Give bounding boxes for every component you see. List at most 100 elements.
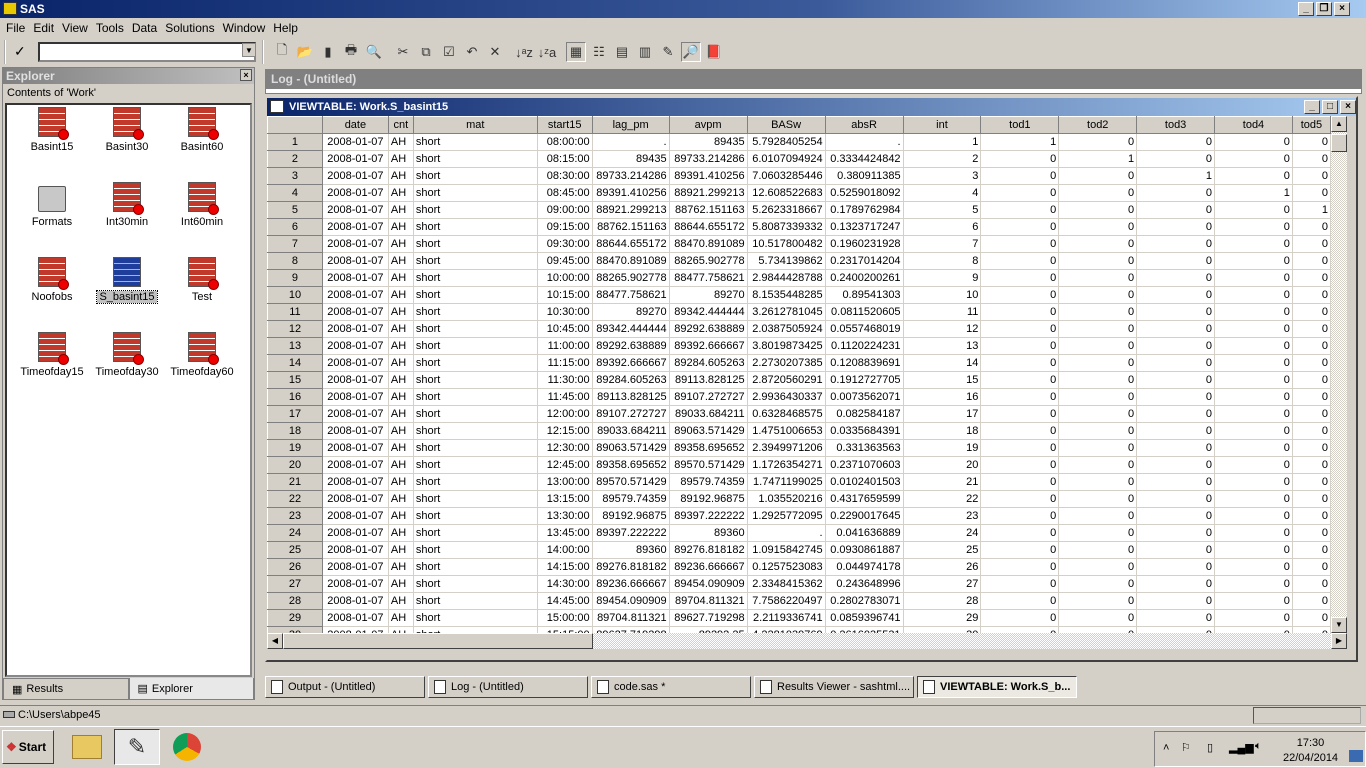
close-button[interactable]: × bbox=[1334, 2, 1350, 16]
row-number-header[interactable] bbox=[267, 116, 323, 134]
cell-lag_pm[interactable]: 89358.695652 bbox=[592, 456, 670, 474]
cell-start15[interactable]: 13:30:00 bbox=[537, 507, 593, 525]
table-view-icon[interactable]: ▦ bbox=[566, 42, 586, 62]
cell-tod4[interactable]: 0 bbox=[1214, 575, 1293, 593]
cell-start15[interactable]: 12:30:00 bbox=[537, 439, 593, 457]
cell-BASw[interactable]: 2.0387505924 bbox=[747, 320, 826, 338]
cell-mat[interactable]: short bbox=[413, 490, 538, 508]
cell-int[interactable]: 25 bbox=[903, 541, 982, 559]
cell-tod2[interactable]: 0 bbox=[1058, 167, 1138, 185]
tab-results[interactable]: ▦ Results bbox=[3, 678, 129, 700]
cell-tod1[interactable]: 0 bbox=[980, 592, 1060, 610]
cell-tod4[interactable]: 0 bbox=[1214, 235, 1293, 253]
cell-mat[interactable]: short bbox=[413, 575, 538, 593]
cell-cnt[interactable]: AH bbox=[388, 184, 414, 202]
row-number[interactable]: 3 bbox=[267, 167, 323, 185]
cell-int[interactable]: 1 bbox=[903, 133, 982, 151]
explorer-item[interactable]: S_basint15 bbox=[90, 257, 164, 304]
cell-absR[interactable]: 0.0859396741 bbox=[825, 609, 904, 627]
cell-start15[interactable]: 10:45:00 bbox=[537, 320, 593, 338]
cell-lag_pm[interactable]: 88644.655172 bbox=[592, 235, 670, 253]
cell-tod4[interactable]: 0 bbox=[1214, 388, 1293, 406]
cell-tod5[interactable]: 0 bbox=[1292, 609, 1331, 627]
cell-mat[interactable]: short bbox=[413, 201, 538, 219]
cell-lag_pm[interactable]: 89276.818182 bbox=[592, 558, 670, 576]
cell-tod3[interactable]: 0 bbox=[1136, 269, 1216, 287]
cell-tod5[interactable]: 0 bbox=[1292, 286, 1331, 304]
sort-ascending-icon[interactable]: ↓ᵃz bbox=[514, 42, 534, 62]
cell-start15[interactable]: 14:45:00 bbox=[537, 592, 593, 610]
table-row[interactable]: 7 2008-01-07 AH short 09:30:00 88644.655172 88… bbox=[267, 235, 1331, 253]
window-tab[interactable]: code.sas * bbox=[591, 676, 751, 698]
taskbar-chrome[interactable] bbox=[164, 729, 210, 765]
cell-start15[interactable]: 10:30:00 bbox=[537, 303, 593, 321]
cell-tod3[interactable]: 0 bbox=[1136, 303, 1216, 321]
row-number[interactable]: 11 bbox=[267, 303, 323, 321]
cell-tod4[interactable]: 0 bbox=[1214, 371, 1293, 389]
cell-date[interactable]: 2008-01-07 bbox=[322, 473, 389, 491]
row-number[interactable]: 20 bbox=[267, 456, 323, 474]
cell-tod4[interactable]: 0 bbox=[1214, 252, 1293, 270]
cell-int[interactable]: 28 bbox=[903, 592, 982, 610]
cell-cnt[interactable]: AH bbox=[388, 218, 414, 236]
cell-lag_pm[interactable]: 89236.666667 bbox=[592, 575, 670, 593]
cell-tod5[interactable]: 0 bbox=[1292, 303, 1331, 321]
print-icon[interactable]: 🖶 bbox=[341, 42, 361, 62]
edit-mode-icon[interactable]: ✎ bbox=[658, 42, 678, 62]
cell-tod5[interactable]: 0 bbox=[1292, 592, 1331, 610]
cell-cnt[interactable]: AH bbox=[388, 133, 414, 151]
cell-date[interactable]: 2008-01-07 bbox=[322, 456, 389, 474]
cell-absR[interactable]: 0.0557468019 bbox=[825, 320, 904, 338]
cell-BASw[interactable]: 10.517800482 bbox=[747, 235, 826, 253]
cell-tod5[interactable]: 0 bbox=[1292, 269, 1331, 287]
cell-int[interactable]: 27 bbox=[903, 575, 982, 593]
cell-lag_pm[interactable]: . bbox=[592, 133, 670, 151]
cell-tod2[interactable]: 0 bbox=[1058, 303, 1138, 321]
table-row[interactable]: 19 2008-01-07 AH short 12:30:00 89063.571429 8… bbox=[267, 439, 1331, 457]
table-row[interactable]: 24 2008-01-07 AH short 13:45:00 89397.222222 8… bbox=[267, 524, 1331, 542]
cell-absR[interactable]: 0.0102401503 bbox=[825, 473, 904, 491]
cell-absR[interactable]: 0.0335684391 bbox=[825, 422, 904, 440]
cell-avpm[interactable]: 89360 bbox=[669, 524, 748, 542]
cell-avpm[interactable]: 89733.214286 bbox=[669, 150, 748, 168]
cell-absR[interactable]: 0.4317659599 bbox=[825, 490, 904, 508]
cell-tod3[interactable]: 0 bbox=[1136, 286, 1216, 304]
cell-mat[interactable]: short bbox=[413, 320, 538, 338]
cell-tod2[interactable]: 0 bbox=[1058, 218, 1138, 236]
cell-absR[interactable]: 0.1120224231 bbox=[825, 337, 904, 355]
cell-start15[interactable]: 12:00:00 bbox=[537, 405, 593, 423]
cell-tod2[interactable]: 0 bbox=[1058, 235, 1138, 253]
table-row[interactable]: 15 2008-01-07 AH short 11:30:00 89284.605263 8… bbox=[267, 371, 1331, 389]
cell-date[interactable]: 2008-01-07 bbox=[322, 609, 389, 627]
cell-avpm[interactable]: 89397.222222 bbox=[669, 507, 748, 525]
menu-data[interactable]: Data bbox=[130, 21, 163, 35]
cell-tod3[interactable]: 0 bbox=[1136, 507, 1216, 525]
cell-tod5[interactable]: 0 bbox=[1292, 218, 1331, 236]
cell-date[interactable]: 2008-01-07 bbox=[322, 558, 389, 576]
cell-int[interactable]: 12 bbox=[903, 320, 982, 338]
cell-tod5[interactable]: 0 bbox=[1292, 337, 1331, 355]
cell-int[interactable]: 18 bbox=[903, 422, 982, 440]
column-header-lag_pm[interactable]: lag_pm bbox=[591, 116, 670, 134]
vertical-scrollbar[interactable]: ▲ ▼ bbox=[1331, 116, 1347, 633]
table-row[interactable]: 18 2008-01-07 AH short 12:15:00 89033.684211 8… bbox=[267, 422, 1331, 440]
cell-start15[interactable]: 13:45:00 bbox=[537, 524, 593, 542]
row-number[interactable]: 24 bbox=[267, 524, 323, 542]
cell-absR[interactable]: 0.1960231928 bbox=[825, 235, 904, 253]
cell-tod2[interactable]: 0 bbox=[1058, 456, 1138, 474]
cell-tod3[interactable]: 0 bbox=[1136, 575, 1216, 593]
cell-int[interactable]: 21 bbox=[903, 473, 982, 491]
cell-tod4[interactable]: 0 bbox=[1214, 167, 1293, 185]
cell-avpm[interactable]: 89033.684211 bbox=[669, 405, 748, 423]
cell-avpm[interactable]: 89292.638889 bbox=[669, 320, 748, 338]
cell-avpm[interactable]: 89704.811321 bbox=[669, 592, 748, 610]
horizontal-scrollbar[interactable]: ◀ ▶ bbox=[267, 633, 1347, 649]
menu-help[interactable]: Help bbox=[271, 21, 304, 35]
cell-tod4[interactable]: 0 bbox=[1214, 422, 1293, 440]
cell-cnt[interactable]: AH bbox=[388, 558, 414, 576]
cell-tod4[interactable]: 0 bbox=[1214, 609, 1293, 627]
row-number[interactable]: 26 bbox=[267, 558, 323, 576]
menu-tools[interactable]: Tools bbox=[94, 21, 130, 35]
column-header-date[interactable]: date bbox=[321, 116, 389, 134]
cell-cnt[interactable]: AH bbox=[388, 405, 414, 423]
